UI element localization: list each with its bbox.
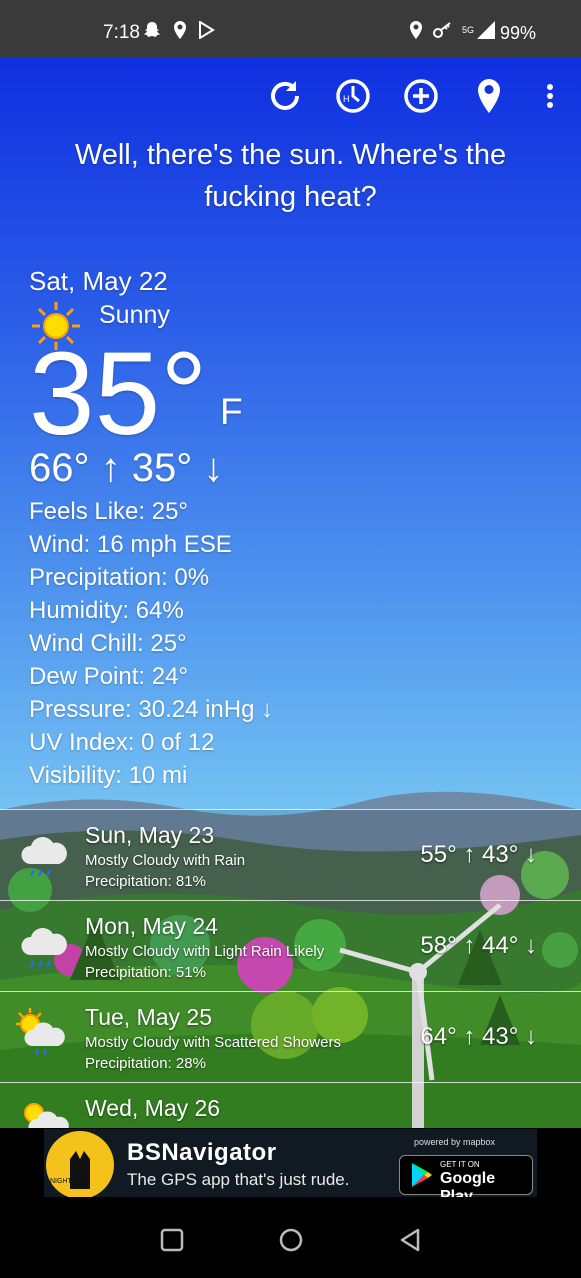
forecast-row[interactable]: Mon, May 24 Mostly Cloudy with Light Rai… — [0, 900, 581, 991]
history-button[interactable]: H — [333, 74, 373, 118]
wind: Wind: 16 mph ESE — [29, 531, 232, 558]
signal-icon — [477, 21, 496, 39]
back-button[interactable] — [396, 1226, 424, 1254]
ad-title: BSNavigator — [127, 1139, 277, 1166]
more-options-icon — [547, 84, 553, 108]
current-date: Sat, May 22 — [29, 266, 168, 296]
google-play-badge[interactable]: GET IT ON Google Play — [399, 1155, 533, 1197]
cloud-rain-icon — [21, 928, 67, 968]
dew-point: Dew Point: 24° — [29, 663, 189, 690]
ad-content[interactable]: NIGHT CAT BSNavigator The GPS app that's… — [44, 1129, 537, 1197]
store-top-text: GET IT ON — [440, 1160, 480, 1169]
ad-logo-text: NIGHT CAT — [50, 1178, 88, 1185]
ad-tagline: The GPS app that's just rude. — [127, 1170, 350, 1189]
pressure: Pressure: 30.24 inHg ↓ — [29, 696, 274, 723]
location-icon — [410, 21, 422, 39]
network-type: 5G — [462, 25, 475, 35]
home-button[interactable] — [277, 1226, 305, 1254]
add-location-icon — [404, 79, 438, 113]
circle-icon — [279, 1228, 303, 1252]
snapchat-icon — [144, 22, 160, 37]
forecast-condition: Mostly Cloudy with Scattered Showers — [85, 1034, 341, 1051]
humidity: Humidity: 64% — [29, 597, 184, 624]
cloud-rain-icon — [21, 837, 67, 877]
forecast-condition: Mostly Cloudy with Light Rain Likely — [85, 943, 325, 960]
feels-like: Feels Like: 25° — [29, 498, 189, 525]
forecast-date: Mon, May 24 — [85, 913, 218, 939]
forecast-row[interactable]: Wed, May 26 — [0, 1082, 581, 1129]
location-pin-icon — [478, 79, 500, 113]
precipitation: Precipitation: 0% — [29, 564, 210, 591]
forecast-precipitation: Precipitation: 28% — [85, 1055, 206, 1072]
forecast-high-low: 55° ↑ 43° ↓ — [420, 841, 537, 868]
refresh-button[interactable] — [265, 74, 305, 118]
current-conditions: Sat, May 22 Sunny 35° F 66° ↑ 35° ↓ Feel… — [29, 266, 429, 792]
add-location-button[interactable] — [401, 74, 441, 118]
current-condition: Sunny — [99, 301, 170, 329]
ad-powered-by: powered by mapbox — [414, 1137, 496, 1147]
wind-chill: Wind Chill: 25° — [29, 630, 187, 657]
forecast-date: Tue, May 25 — [85, 1004, 212, 1030]
toolbar: H — [0, 74, 581, 118]
temperature-value: 35° — [29, 328, 208, 460]
forecast-high-low: 64° ↑ 43° ↓ — [420, 1023, 537, 1050]
forecast-row[interactable]: Sun, May 23 Mostly Cloudy with Rain Prec… — [0, 809, 581, 900]
location-button[interactable] — [469, 74, 509, 118]
forecast-high-low: 58° ↑ 44° ↓ — [420, 932, 537, 959]
temperature-unit: F — [220, 391, 243, 432]
forecast-date: Sun, May 23 — [85, 822, 215, 848]
sun-cloud-rain-icon — [16, 1008, 65, 1056]
snarky-quote: Well, there's the sun. Where's the fucki… — [74, 139, 507, 213]
navigation-bar — [0, 1200, 581, 1278]
forecast-date: Wed, May 26 — [85, 1095, 221, 1121]
location-icon — [174, 21, 186, 39]
current-details: Feels Like: 25° Wind: 16 mph ESE Precipi… — [29, 495, 429, 792]
refresh-icon — [271, 81, 299, 110]
square-icon — [160, 1228, 184, 1252]
uv-index: UV Index: 0 of 12 — [29, 729, 215, 756]
play-store-icon — [412, 1163, 432, 1187]
forecast-condition: Mostly Cloudy with Rain — [85, 852, 246, 869]
recents-button[interactable] — [158, 1226, 186, 1254]
forecast-precipitation: Precipitation: 51% — [85, 964, 206, 981]
more-options-button[interactable] — [530, 74, 570, 118]
forecast-precipitation: Precipitation: 81% — [85, 873, 206, 890]
forecast-row[interactable]: Tue, May 25 Mostly Cloudy with Scattered… — [0, 991, 581, 1082]
play-store-icon — [199, 21, 215, 39]
current-temperature: 35° F — [29, 335, 429, 453]
back-triangle-icon — [400, 1228, 420, 1252]
sun-cloud-icon — [24, 1103, 69, 1129]
svg-text:H: H — [343, 94, 350, 104]
store-name: Google Play — [440, 1170, 496, 1197]
history-icon: H — [336, 79, 370, 113]
vpn-key-icon — [433, 22, 451, 38]
battery-percent: 99% — [500, 23, 537, 43]
forecast-list[interactable]: Sun, May 23 Mostly Cloudy with Rain Prec… — [0, 809, 581, 1129]
ad-banner[interactable]: NIGHT CAT BSNavigator The GPS app that's… — [0, 1128, 581, 1200]
night-cat-logo: NIGHT CAT — [46, 1131, 114, 1197]
status-time: 7:18 — [103, 22, 140, 43]
status-bar: 7:18 5G 99% — [0, 0, 581, 58]
